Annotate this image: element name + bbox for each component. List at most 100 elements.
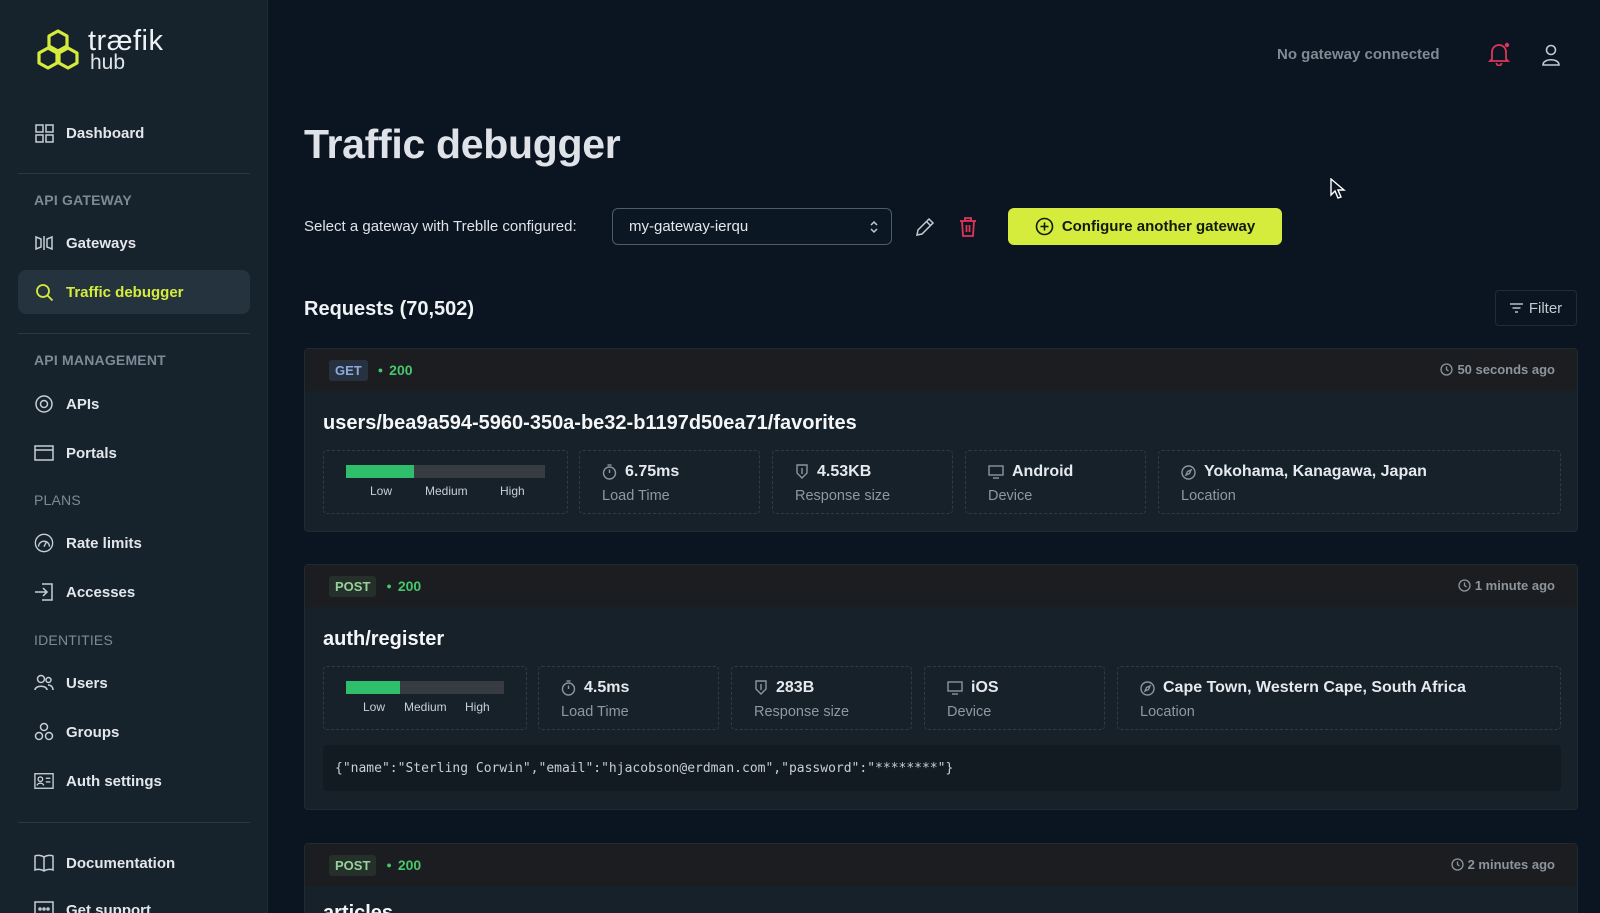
gateway-status: No gateway connected (1277, 46, 1440, 63)
api-icon (34, 394, 54, 414)
configure-button-label: Configure another gateway (1061, 218, 1256, 235)
load-time-value: 4.5ms (584, 679, 630, 696)
sidebar-item-gateways[interactable]: Gateways (18, 221, 250, 265)
sidebar-item-documentation[interactable]: Documentation (18, 841, 250, 885)
location-metric: Cape Town, Western Cape, South Africa Lo… (1117, 666, 1561, 730)
user-icon[interactable] (1541, 44, 1561, 66)
divider (18, 822, 250, 823)
request-time: 50 seconds ago (1440, 362, 1555, 377)
sidebar-item-users[interactable]: Users (18, 661, 250, 705)
search-icon (34, 282, 54, 302)
sidebar-item-rate-limits[interactable]: Rate limits (18, 521, 250, 565)
response-size-value: 4.53KB (817, 463, 872, 480)
sidebar-item-label: Groups (66, 723, 120, 741)
notification-bell-icon[interactable] (1487, 42, 1511, 67)
section-api-gateway: API GATEWAY (34, 192, 132, 208)
load-level-track (346, 681, 504, 694)
stopwatch-icon (561, 680, 576, 696)
groups-icon (34, 722, 54, 742)
request-card[interactable]: GET 200 50 seconds ago users/bea9a594-59… (304, 348, 1578, 532)
status-code: 200 (386, 857, 421, 873)
response-size-value: 283B (776, 679, 815, 696)
pencil-icon (916, 217, 935, 236)
sidebar-item-label: Users (66, 674, 108, 692)
request-path: articles (323, 902, 394, 913)
http-method-badge: GET (329, 359, 368, 381)
bar-label-low: Low (363, 700, 386, 714)
load-level-fill (346, 681, 400, 694)
location-label: Location (1140, 704, 1195, 720)
load-level-meter: Low Medium High (323, 666, 527, 730)
request-path: users/bea9a594-5960-350a-be32-b1197d50ea… (323, 412, 857, 434)
sidebar-item-label: Gateways (66, 234, 137, 252)
gauge-icon (34, 533, 54, 553)
filter-label: Filter (1528, 299, 1563, 317)
filter-icon (1509, 303, 1523, 313)
mouse-cursor-icon (1330, 177, 1346, 205)
http-method-badge: POST (329, 854, 377, 876)
request-card[interactable]: POST 200 2 minutes ago articles (304, 843, 1578, 913)
bar-label-high: High (465, 700, 490, 714)
device-metric: iOS Device (924, 666, 1105, 730)
filter-button[interactable]: Filter (1495, 290, 1577, 326)
bar-label-medium: Medium (425, 484, 468, 498)
traefik-hub-logo[interactable]: træfik hub (34, 26, 164, 73)
load-level-fill (346, 465, 414, 478)
http-method-badge: POST (329, 575, 377, 597)
portal-icon (34, 443, 54, 463)
gateway-select[interactable]: my-gateway-ierqu (612, 208, 892, 245)
location-label: Location (1181, 488, 1236, 504)
delete-gateway-button[interactable] (958, 216, 980, 238)
time-ago-label: 2 minutes ago (1467, 857, 1555, 872)
sidebar-item-groups[interactable]: Groups (18, 710, 250, 754)
sidebar-item-apis[interactable]: APIs (18, 382, 250, 426)
sidebar-item-label: Rate limits (66, 534, 142, 552)
device-metric: Android Device (965, 450, 1146, 514)
section-api-management: API MANAGEMENT (34, 352, 166, 368)
sidebar-item-label: Accesses (66, 583, 136, 601)
sidebar-item-label: Traffic debugger (66, 283, 184, 301)
book-icon (34, 853, 54, 873)
status-code: 200 (386, 578, 421, 594)
divider (18, 333, 250, 334)
request-time: 2 minutes ago (1450, 857, 1555, 872)
hexagon-logo-icon (37, 29, 79, 71)
sidebar-item-dashboard[interactable]: Dashboard (18, 111, 250, 155)
request-card[interactable]: POST 200 1 minute ago auth/register Low … (304, 564, 1578, 810)
load-level-meter: Low Medium High (323, 450, 568, 514)
edit-gateway-button[interactable] (914, 216, 936, 238)
bar-label-high: High (500, 484, 525, 498)
request-card-header: POST 200 2 minutes ago (305, 844, 1577, 886)
sidebar-item-traffic-debugger[interactable]: Traffic debugger (18, 270, 250, 314)
load-time-metric: 4.5ms Load Time (538, 666, 719, 730)
location-value: Yokohama, Kanagawa, Japan (1204, 463, 1427, 480)
configure-another-gateway-button[interactable]: Configure another gateway (1008, 208, 1282, 245)
sidebar-item-auth-settings[interactable]: Auth settings (18, 759, 250, 803)
status-code: 200 (378, 362, 412, 378)
sidebar-item-label: Dashboard (66, 124, 145, 142)
users-icon (34, 673, 54, 693)
monitor-icon (988, 465, 1004, 479)
id-card-icon (34, 771, 54, 791)
device-value: Android (1012, 463, 1074, 480)
device-label: Device (988, 488, 1033, 504)
location-value: Cape Town, Western Cape, South Africa (1163, 679, 1466, 696)
support-icon (34, 900, 54, 913)
time-ago-label: 1 minute ago (1474, 578, 1555, 593)
sidebar: træfik hub Dashboard API GATEWAY Gateway… (0, 0, 268, 913)
bar-label-low: Low (370, 484, 393, 498)
request-card-header: POST 200 1 minute ago (305, 565, 1577, 607)
sidebar-item-label: Get support (66, 901, 151, 913)
grid-icon (34, 123, 54, 143)
response-size-metric: 4.53KB Response size (772, 450, 953, 514)
response-size-label: Response size (795, 488, 891, 504)
request-time: 1 minute ago (1458, 578, 1555, 593)
request-card-header: GET 200 50 seconds ago (305, 349, 1577, 391)
sidebar-item-get-support[interactable]: Get support (18, 888, 250, 913)
load-time-metric: 6.75ms Load Time (579, 450, 760, 514)
sidebar-item-label: Portals (66, 444, 117, 462)
divider (18, 173, 250, 174)
sidebar-item-accesses[interactable]: Accesses (18, 570, 250, 614)
sidebar-item-portals[interactable]: Portals (18, 431, 250, 475)
select-chevron-icon (870, 220, 878, 234)
